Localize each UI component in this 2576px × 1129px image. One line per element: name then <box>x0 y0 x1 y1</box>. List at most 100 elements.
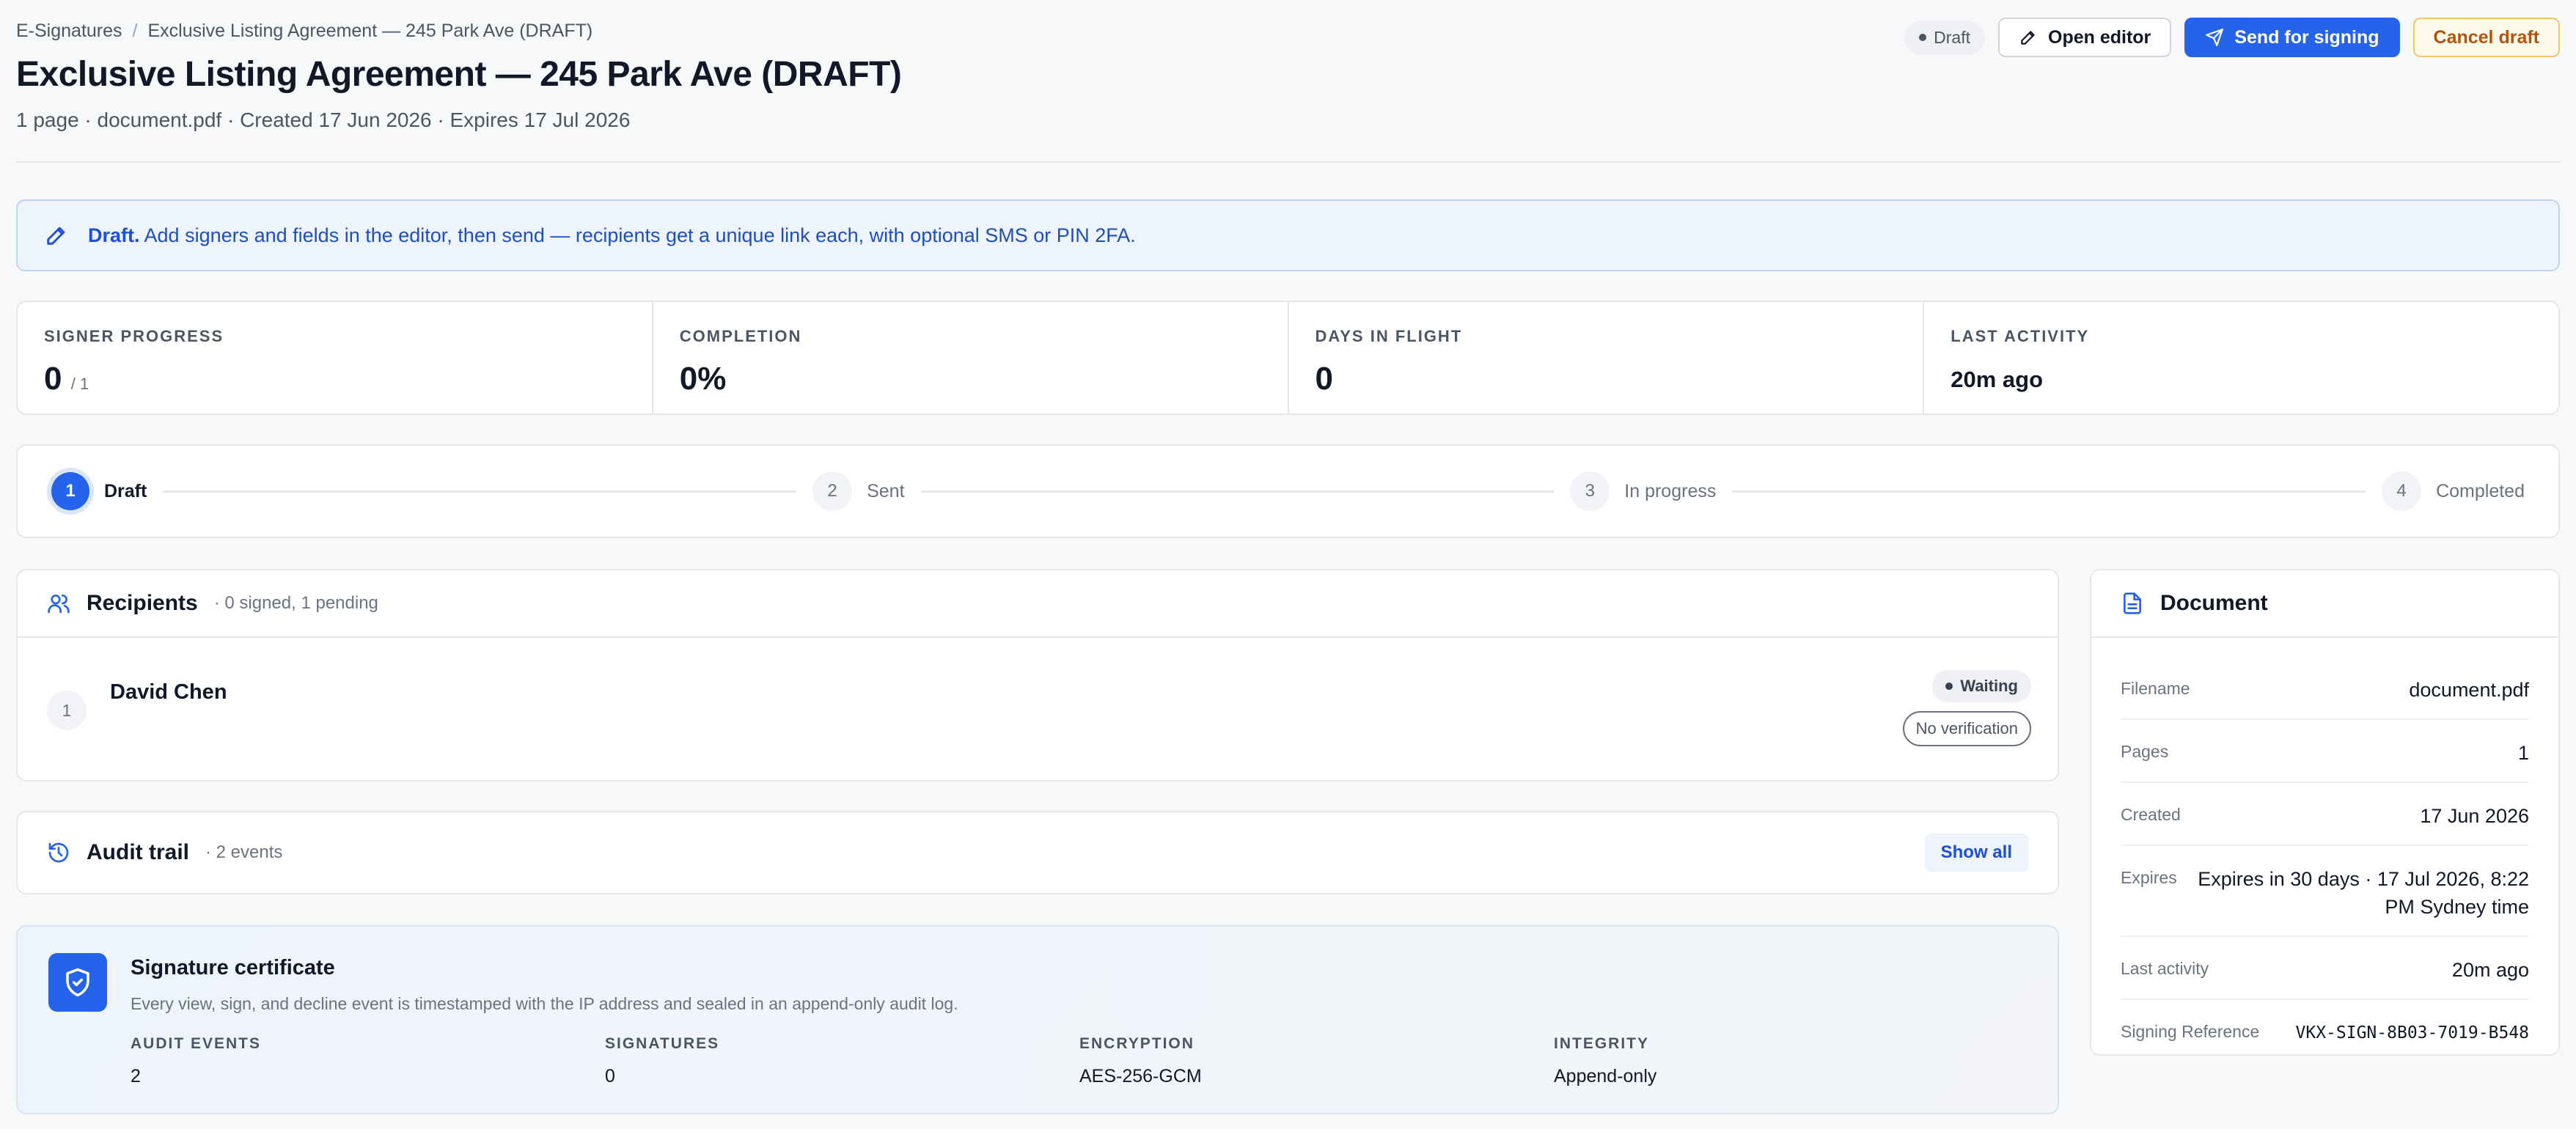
certificate-title: Signature certificate <box>131 956 335 979</box>
cert-stat-label: Encryption <box>1079 1035 1195 1052</box>
stat-label: Last activity <box>1951 327 2090 345</box>
open-editor-button[interactable]: Open editor <box>1998 18 2172 57</box>
cert-stat-value: 0 <box>605 1066 615 1086</box>
document-details: Filename document.pdf Pages 1 Created 17… <box>2091 638 2558 1062</box>
stat-value: 0% <box>679 361 727 397</box>
breadcrumb: E-Signatures / Exclusive Listing Agreeme… <box>16 21 592 42</box>
audit-trail-title: Audit trail <box>87 840 189 864</box>
stat-last-activity: Last activity 20m ago <box>1924 302 2558 413</box>
step-number: 3 <box>1570 471 1610 511</box>
send-for-signing-label: Send for signing <box>2234 26 2379 48</box>
doc-row-pages: Pages 1 <box>2121 720 2529 783</box>
document-header: Document <box>2091 570 2558 638</box>
recipient-name: David Chen <box>110 680 227 704</box>
stat-value-number: 0 <box>44 361 62 397</box>
stat-value: 0 / 1 <box>44 361 625 397</box>
doc-key: Signing Reference <box>2121 1022 2260 1041</box>
cert-stat-label: Integrity <box>1554 1035 1650 1052</box>
stat-value-total: / 1 <box>70 375 89 393</box>
signature-certificate: Signature certificate Every view, sign, … <box>16 925 2059 1114</box>
document-meta: 1 page · document.pdf · Created 17 Jun 2… <box>16 109 631 131</box>
status-stepper: 1 Draft 2 Sent 3 In progress 4 Completed <box>16 444 2560 538</box>
send-icon <box>2206 29 2224 46</box>
doc-key: Last activity <box>2121 959 2209 978</box>
cert-stat-encryption: Encryption AES-256-GCM <box>1079 1035 1554 1087</box>
page: E-Signatures / Exclusive Listing Agreeme… <box>0 0 2576 1129</box>
step-number: 1 <box>51 472 89 510</box>
doc-value: document.pdf <box>2409 679 2529 701</box>
open-editor-label: Open editor <box>2048 26 2151 48</box>
doc-row-expires: Expires Expires in 30 days · 17 Jul 2026… <box>2121 846 2529 937</box>
banner-strong: Draft. <box>88 224 140 246</box>
banner-text: Draft. Add signers and fields in the edi… <box>88 224 1136 247</box>
file-text-icon <box>2124 592 2141 614</box>
step-connector <box>920 490 1555 493</box>
step-connector <box>163 490 797 493</box>
breadcrumb-root[interactable]: E-Signatures <box>16 21 122 42</box>
cert-stat-value: Append-only <box>1554 1066 1657 1086</box>
cert-stat-label: Audit events <box>131 1035 262 1052</box>
doc-row-filename: Filename document.pdf <box>2121 657 2529 720</box>
step-label: Sent <box>867 480 905 501</box>
stat-label: Completion <box>679 327 802 345</box>
cert-stat-audit-events: Audit events 2 <box>131 1035 605 1087</box>
draft-banner: Draft. Add signers and fields in the edi… <box>16 199 2560 271</box>
cancel-draft-button[interactable]: Cancel draft <box>2412 18 2560 57</box>
recipient-order: 1 <box>47 691 87 730</box>
status-badge-label: Draft <box>1934 27 1970 47</box>
document-title: Document <box>2160 591 2268 615</box>
breadcrumb-separator: / <box>132 21 138 41</box>
stat-days-in-flight: Days in flight 0 <box>1289 302 1925 413</box>
recipient-row[interactable]: 1 David Chen Waiting No verification <box>18 638 2058 782</box>
show-all-button[interactable]: Show all <box>1924 834 2028 872</box>
doc-value: 20m ago <box>2451 959 2529 981</box>
cert-stat-signatures: Signatures 0 <box>605 1035 1079 1087</box>
header-actions: Draft Open editor Send for signing Cance… <box>1904 18 2560 57</box>
breadcrumb-current: Exclusive Listing Agreement — 245 Park A… <box>147 21 593 41</box>
doc-key: Pages <box>2121 742 2169 761</box>
cert-stat-integrity: Integrity Append-only <box>1554 1035 2028 1087</box>
status-badge: Draft <box>1904 20 1985 55</box>
cert-stat-value: AES-256-GCM <box>1079 1066 1202 1086</box>
step-number: 4 <box>2382 471 2422 511</box>
status-dot-icon <box>1945 683 1953 690</box>
shield-check-icon <box>66 968 89 997</box>
verification-badge: No verification <box>1902 711 2031 746</box>
stat-value: 0 <box>1315 361 1333 397</box>
step-connector <box>1732 490 2366 493</box>
recipients-card: Recipients · 0 signed, 1 pending 1 David… <box>16 569 2059 782</box>
status-dot-icon <box>1919 34 1927 41</box>
audit-trail-header: Audit trail · 2 events Show all <box>18 812 2058 893</box>
stat-completion: Completion 0% <box>653 302 1289 413</box>
audit-trail-summary: · 2 events <box>205 842 283 862</box>
cancel-draft-label: Cancel draft <box>2433 26 2539 48</box>
step-label: Completed <box>2436 480 2525 501</box>
stat-value: 20m ago <box>1951 367 2044 392</box>
pencil-icon <box>47 227 65 245</box>
step-label: In progress <box>1624 480 1717 501</box>
doc-key: Created <box>2121 805 2181 824</box>
cert-stat-label: Signatures <box>605 1035 720 1052</box>
doc-key: Expires <box>2121 868 2177 887</box>
doc-value: 17 Jun 2026 <box>2420 805 2529 827</box>
page-title: Exclusive Listing Agreement — 245 Park A… <box>16 55 902 94</box>
stat-signer-progress: Signer progress 0 / 1 <box>18 302 653 413</box>
doc-row-signing-reference: Signing Reference VKX-SIGN-8B03-7019-B54… <box>2121 1000 2529 1062</box>
certificate-description: Every view, sign, and decline event is t… <box>131 994 958 1013</box>
doc-row-created: Created 17 Jun 2026 <box>2121 783 2529 846</box>
step-in-progress: 3 In progress <box>1570 471 1716 511</box>
send-for-signing-button[interactable]: Send for signing <box>2184 18 2400 57</box>
pencil-icon <box>2021 31 2035 45</box>
document-card: Document Filename document.pdf Pages 1 C… <box>2090 569 2560 1056</box>
doc-row-last-activity: Last activity 20m ago <box>2121 937 2529 1000</box>
users-icon <box>48 595 70 614</box>
recipient-status-label: Waiting <box>1960 677 2018 695</box>
step-draft: 1 Draft <box>51 472 147 510</box>
step-number: 2 <box>812 471 853 511</box>
recipient-status-badge: Waiting <box>1932 670 2031 702</box>
stat-label: Signer progress <box>44 327 224 345</box>
stat-label: Days in flight <box>1315 327 1463 345</box>
header-divider <box>16 161 2560 163</box>
cert-stat-value: 2 <box>131 1066 141 1086</box>
recipients-header: Recipients · 0 signed, 1 pending <box>18 570 2058 638</box>
